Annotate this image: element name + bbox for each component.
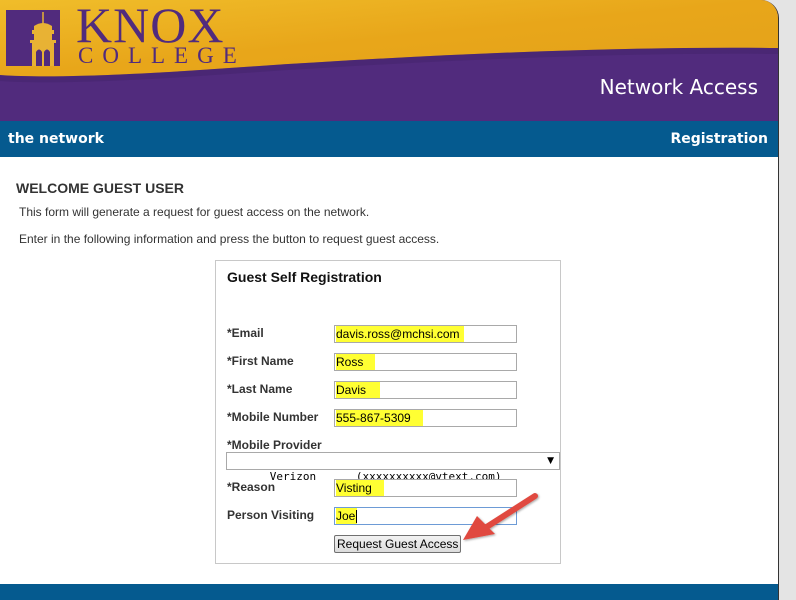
reason-value: Visting	[336, 480, 384, 496]
first-name-value: Ross	[336, 354, 376, 370]
last-name-label: *Last Name	[227, 382, 293, 396]
reason-label: *Reason	[227, 480, 276, 494]
logo-subwordmark: COLLEGE	[78, 43, 246, 68]
nav-bar: the network Registration	[0, 121, 778, 157]
request-guest-access-button[interactable]: Request Guest Access	[334, 535, 462, 553]
mobile-number-label: *Mobile Number	[227, 410, 319, 424]
mobile-provider-select[interactable]: Verizon (xxxxxxxxxx@vtext.com) ▼	[226, 452, 560, 483]
intro-text-1: This form will generate a request for gu…	[19, 205, 370, 219]
nav-right-label: Registration	[670, 131, 768, 147]
footer-bar	[0, 584, 778, 600]
email-value: davis.ross@mchsi.com	[336, 326, 464, 342]
text-caret	[356, 510, 358, 524]
mobile-provider-label: *Mobile Provider	[227, 438, 322, 452]
first-name-label: *First Name	[227, 354, 294, 368]
form-title: Guest Self Registration	[227, 269, 382, 285]
intro-text-2: Enter in the following information and p…	[19, 232, 440, 246]
bell-tower-logo-icon	[6, 10, 60, 66]
person-visiting-label: Person Visiting	[227, 508, 315, 522]
mobile-number-field[interactable]: 555-867-5309	[334, 409, 517, 427]
annotation-arrow-icon	[463, 493, 538, 540]
mobile-number-value: 555-867-5309	[336, 410, 423, 426]
last-name-field[interactable]: Davis	[334, 381, 517, 399]
page-title: Network Access	[599, 75, 758, 99]
last-name-value: Davis	[336, 382, 381, 398]
nav-left-label: the network	[8, 131, 104, 147]
header-banner: KNOX COLLEGE Network Access	[0, 0, 778, 121]
email-label: *Email	[227, 326, 264, 340]
page: KNOX COLLEGE Network Access the network …	[0, 0, 779, 600]
welcome-heading: WELCOME GUEST USER	[16, 180, 185, 196]
first-name-field[interactable]: Ross	[334, 353, 517, 371]
email-field[interactable]: davis.ross@mchsi.com	[334, 325, 517, 343]
person-visiting-value: Joe	[336, 509, 356, 523]
dropdown-arrow-icon[interactable]: ▼	[547, 453, 554, 469]
